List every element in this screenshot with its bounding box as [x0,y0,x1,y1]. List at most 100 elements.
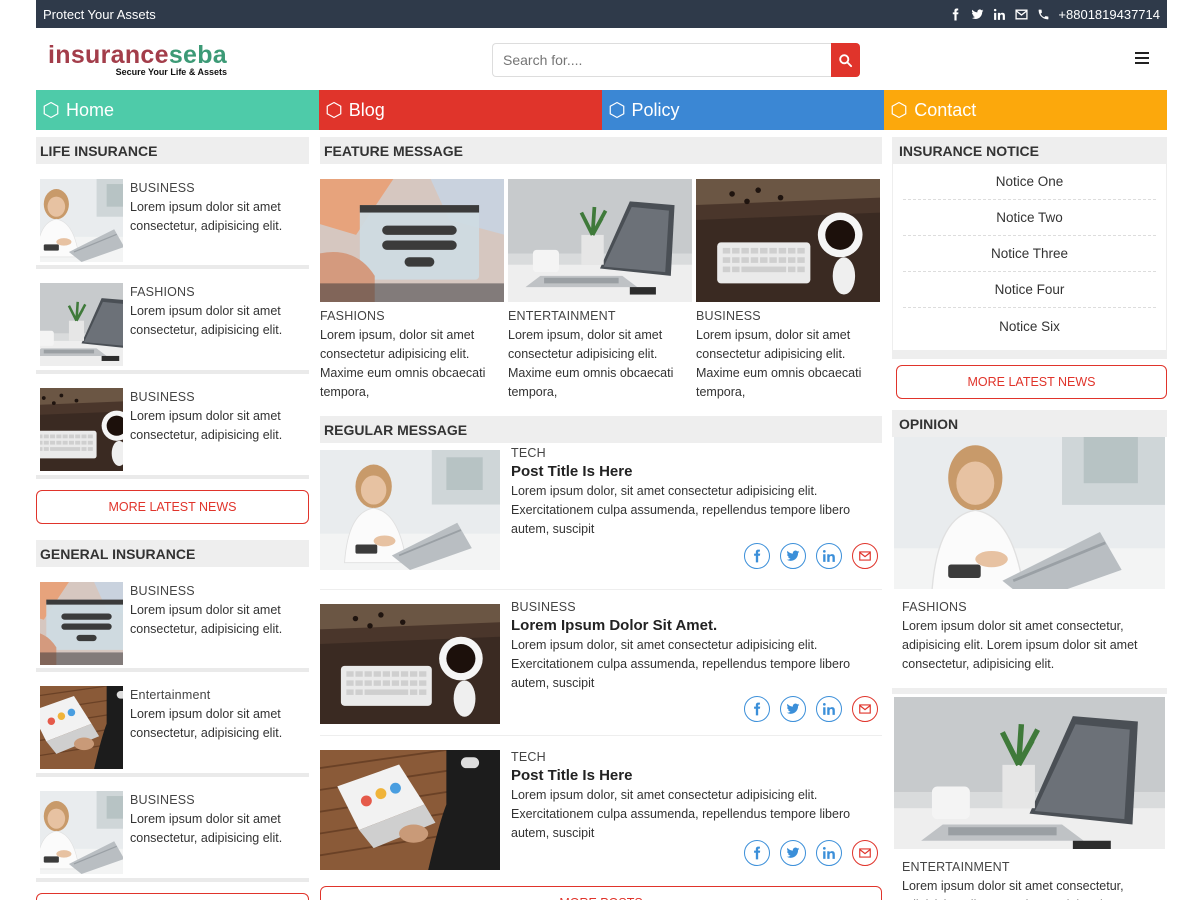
notice-item[interactable]: Notice Four [903,272,1156,308]
search-button[interactable] [831,43,860,77]
share-facebook-button[interactable] [744,840,770,866]
post-excerpt[interactable]: Lorem ipsum dolor sit amet consectetur, … [130,407,309,445]
share-twitter-button[interactable] [780,840,806,866]
post-image[interactable] [320,450,500,570]
regular-post[interactable]: TECH Post Title Is Here Lorem ipsum dolo… [320,444,882,590]
notice-item[interactable]: Notice Six [903,308,1156,344]
top-contact: +8801819437714 [948,7,1160,22]
more-latest-news-button[interactable]: MORE LATEST NEWS [36,490,309,524]
nav-home[interactable]: Home [36,90,319,130]
more-latest-news-button-2[interactable] [36,893,309,900]
search-icon [839,53,853,67]
post-excerpt[interactable]: Lorem ipsum, dolor sit amet consectetur … [508,326,692,402]
post-thumbnail[interactable] [40,283,123,366]
post-excerpt[interactable]: Lorem ipsum, dolor sit amet consectetur … [320,326,504,402]
opinion-image[interactable] [894,697,1165,849]
notice-item[interactable]: Notice One [903,164,1156,200]
insurance-notice-heading: INSURANCE NOTICE [892,137,1167,164]
hexagon-icon [609,101,624,119]
feature-card[interactable]: BUSINESS Lorem ipsum, dolor sit amet con… [696,179,880,402]
feature-image[interactable] [320,179,504,302]
twitter-icon [786,847,800,858]
page: Protect Your Assets +8801819437714 insur… [36,0,1167,900]
list-item[interactable]: Entertainment Lorem ipsum dolor sit amet… [36,672,309,777]
post-thumbnail[interactable] [40,179,123,262]
opinion-image[interactable] [894,437,1165,589]
more-posts-button[interactable]: MORE POSTS [320,886,882,900]
facebook-icon[interactable] [948,7,962,21]
notice-item[interactable]: Notice Three [903,236,1156,272]
opinion-item[interactable]: FASHIONS Lorem ipsum dolor sit amet cons… [892,437,1167,694]
mail-icon [859,704,871,714]
post-excerpt[interactable]: Lorem ipsum, dolor sit amet consectetur … [696,326,880,402]
post-title[interactable]: Lorem Ipsum Dolor Sit Amet. [511,617,882,634]
regular-post[interactable]: TECH Post Title Is Here Lorem ipsum dolo… [320,736,882,882]
post-title[interactable]: Post Title Is Here [511,767,882,784]
phone-number[interactable]: +8801819437714 [1058,7,1160,22]
post-thumbnail[interactable] [40,388,123,471]
post-image[interactable] [320,604,500,724]
share-twitter-button[interactable] [780,696,806,722]
feature-card[interactable]: FASHIONS Lorem ipsum, dolor sit amet con… [320,179,504,402]
share-linkedin-button[interactable] [816,543,842,569]
share-mail-button[interactable] [852,696,878,722]
share-twitter-button[interactable] [780,543,806,569]
post-title[interactable]: Post Title Is Here [511,463,882,480]
linkedin-icon [822,549,835,562]
opinion-item[interactable]: ENTERTAINMENT Lorem ipsum dolor sit amet… [892,697,1167,900]
post-excerpt[interactable]: Lorem ipsum dolor sit amet consectetur, … [130,810,309,848]
share-linkedin-button[interactable] [816,696,842,722]
share-linkedin-button[interactable] [816,840,842,866]
linkedin-icon[interactable] [992,7,1006,21]
hexagon-icon [326,101,342,119]
post-excerpt[interactable]: Lorem ipsum dolor sit amet consectetur, … [130,705,309,743]
facebook-icon [754,549,761,563]
post-excerpt[interactable]: Lorem ipsum dolor sit amet consectetur, … [902,877,1157,900]
mail-icon [859,848,871,858]
post-category: BUSINESS [511,600,576,614]
list-item[interactable]: BUSINESS Lorem ipsum dolor sit amet cons… [36,777,309,882]
list-item[interactable]: FASHIONS Lorem ipsum dolor sit amet cons… [36,269,309,374]
more-latest-news-button[interactable]: MORE LATEST NEWS [896,365,1167,399]
linkedin-icon [822,846,835,859]
top-tagline: Protect Your Assets [43,6,156,22]
post-excerpt[interactable]: Lorem ipsum dolor sit amet consectetur, … [902,617,1157,674]
general-insurance-heading: GENERAL INSURANCE [36,540,309,567]
share-mail-button[interactable] [852,840,878,866]
notice-item[interactable]: Notice Two [903,200,1156,236]
post-excerpt[interactable]: Lorem ipsum dolor sit amet consectetur, … [130,601,309,639]
regular-post[interactable]: BUSINESS Lorem Ipsum Dolor Sit Amet. Lor… [320,590,882,736]
share-buttons [744,543,878,569]
share-buttons [744,696,878,722]
linkedin-icon [822,702,835,715]
post-category: FASHIONS [320,309,385,323]
nav-policy[interactable]: Policy [601,90,885,130]
nav-blog[interactable]: Blog [318,90,602,130]
list-item[interactable]: BUSINESS Lorem ipsum dolor sit amet cons… [36,567,309,672]
post-thumbnail[interactable] [40,791,123,874]
post-thumbnail[interactable] [40,686,123,769]
post-excerpt[interactable]: Lorem ipsum dolor sit amet consectetur, … [130,198,309,236]
share-facebook-button[interactable] [744,543,770,569]
menu-icon[interactable] [1135,52,1149,64]
nav-contact[interactable]: Contact [884,90,1167,130]
feature-image[interactable] [696,179,880,302]
top-bar: Protect Your Assets +8801819437714 [36,0,1167,28]
facebook-icon [754,846,761,860]
twitter-icon[interactable] [970,7,984,21]
post-excerpt[interactable]: Lorem ipsum dolor sit amet consectetur, … [130,302,309,340]
main-nav: Home Blog Policy Contact [36,90,1167,130]
share-facebook-button[interactable] [744,696,770,722]
search-input[interactable] [492,43,831,77]
list-item[interactable]: BUSINESS Lorem ipsum dolor sit amet cons… [36,374,309,479]
post-category: FASHIONS [902,600,967,614]
share-mail-button[interactable] [852,543,878,569]
mail-icon[interactable] [1014,7,1028,21]
feature-message-heading: FEATURE MESSAGE [320,137,882,164]
list-item[interactable]: BUSINESS Lorem ipsum dolor sit amet cons… [36,164,309,269]
post-image[interactable] [320,750,500,870]
site-logo[interactable]: insuranceseba Secure Your Life & Assets [48,42,227,77]
feature-card[interactable]: ENTERTAINMENT Lorem ipsum, dolor sit ame… [508,179,692,402]
feature-image[interactable] [508,179,692,302]
post-thumbnail[interactable] [40,582,123,665]
